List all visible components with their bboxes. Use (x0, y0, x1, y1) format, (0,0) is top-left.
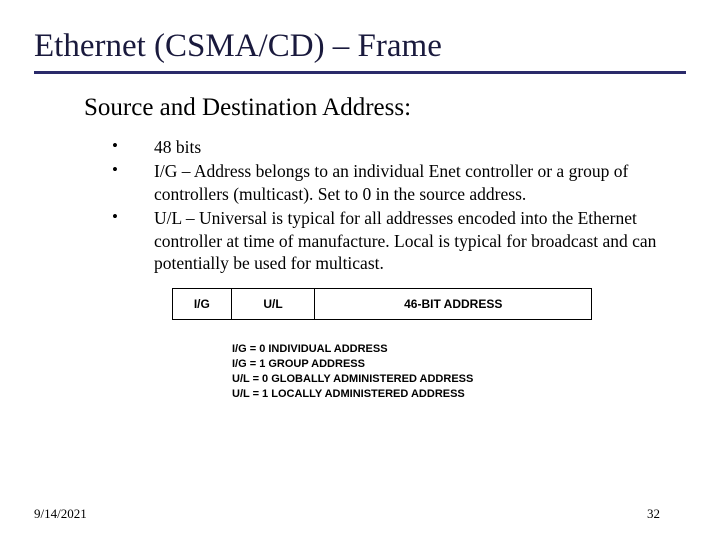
field-46bit-address: 46-BIT ADDRESS (315, 289, 592, 320)
bullet-text: I/G – Address belongs to an individual E… (154, 160, 666, 205)
legend-line: I/G = 0 INDIVIDUAL ADDRESS (232, 342, 592, 357)
diagram-legend: I/G = 0 INDIVIDUAL ADDRESS I/G = 1 GROUP… (232, 342, 592, 401)
bullet-dot-icon: • (112, 160, 154, 205)
bullet-item: • I/G – Address belongs to an individual… (112, 160, 666, 205)
legend-line: U/L = 1 LOCALLY ADMINISTERED ADDRESS (232, 387, 592, 402)
legend-line: I/G = 1 GROUP ADDRESS (232, 357, 592, 372)
slide-title: Ethernet (CSMA/CD) – Frame (34, 28, 686, 65)
field-ig: I/G (173, 289, 232, 320)
footer-page-number: 32 (647, 506, 660, 522)
footer-date: 9/14/2021 (34, 506, 87, 522)
slide-subtitle: Source and Destination Address: (84, 94, 686, 122)
address-diagram: I/G U/L 46-BIT ADDRESS I/G = 0 INDIVIDUA… (172, 288, 592, 401)
legend-line: U/L = 0 GLOBALLY ADMINISTERED ADDRESS (232, 372, 592, 387)
bullet-dot-icon: • (112, 207, 154, 274)
bullet-text: 48 bits (154, 136, 201, 158)
bullet-text: U/L – Universal is typical for all addre… (154, 207, 666, 274)
bullet-list: • 48 bits • I/G – Address belongs to an … (112, 136, 666, 274)
title-underline (34, 71, 686, 74)
address-fields-table: I/G U/L 46-BIT ADDRESS (172, 288, 592, 320)
bullet-item: • 48 bits (112, 136, 666, 158)
bullet-dot-icon: • (112, 136, 154, 158)
bullet-item: • U/L – Universal is typical for all add… (112, 207, 666, 274)
field-ul: U/L (231, 289, 315, 320)
slide: Ethernet (CSMA/CD) – Frame Source and De… (0, 0, 720, 402)
